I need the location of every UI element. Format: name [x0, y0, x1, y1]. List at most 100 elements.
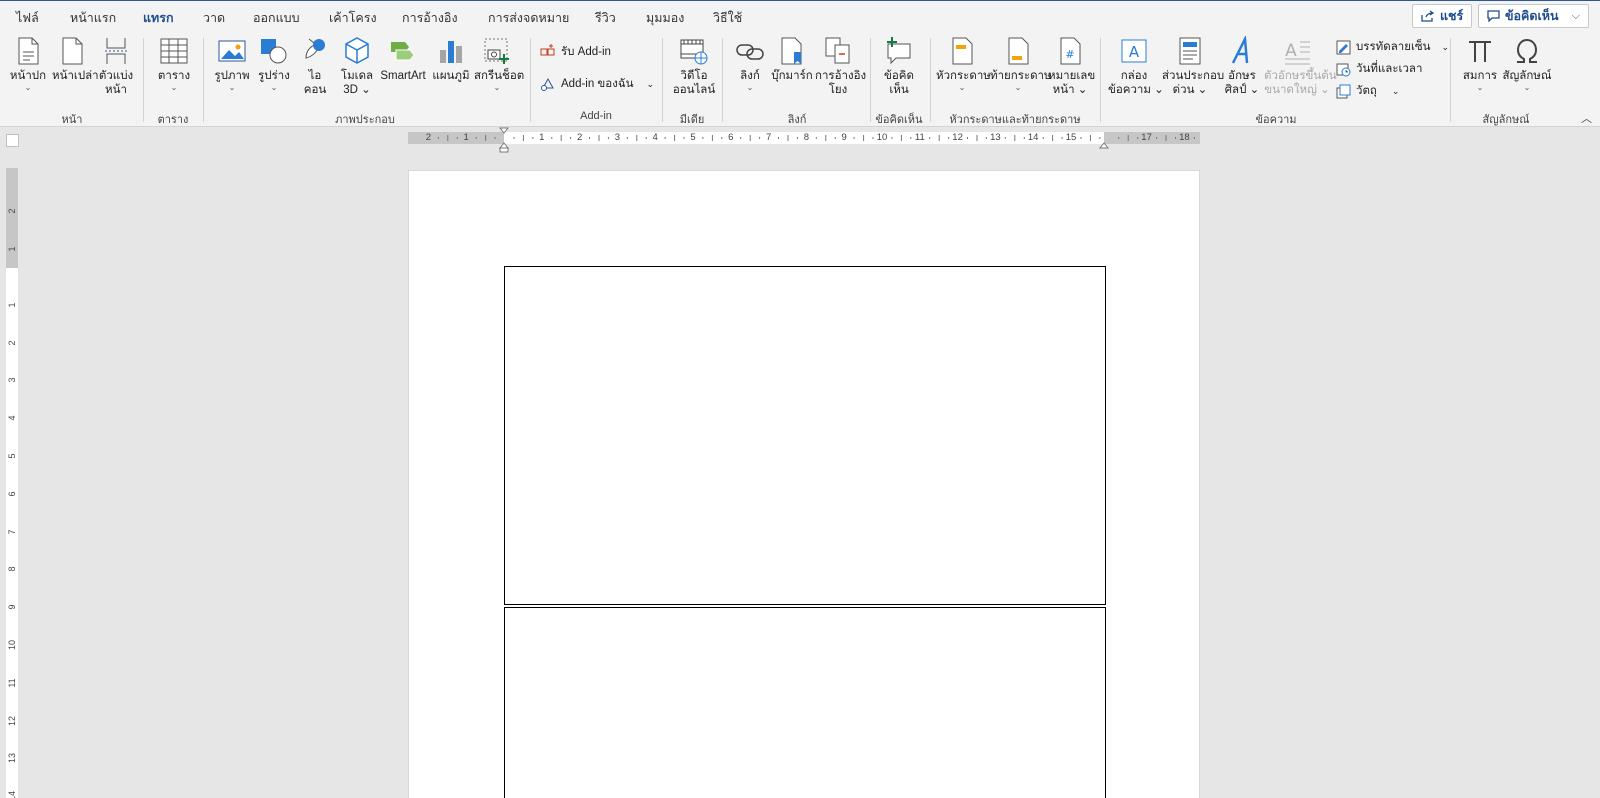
- ruler-tick: [532, 137, 534, 139]
- cover-page-label: หน้าปก: [9, 70, 47, 82]
- signature-line-button[interactable]: บรรทัดลายเซ็น ⌄: [1336, 38, 1449, 56]
- right-indent-marker[interactable]: [1098, 142, 1110, 149]
- chevron-down-icon: ⌄: [1014, 83, 1022, 92]
- shapes-button[interactable]: รูปร่าง ⌄: [254, 36, 294, 93]
- ruler-tick: [1014, 135, 1016, 141]
- footer-button[interactable]: ท้ายกระดาษ ⌄: [990, 36, 1052, 93]
- online-video-button[interactable]: วิดีโอ ออนไลน์: [670, 36, 718, 97]
- new-comment-button[interactable]: ข้อคิด เห็น: [878, 36, 920, 97]
- tab-view[interactable]: มุมมอง: [646, 8, 684, 28]
- ruler-tick: [778, 137, 779, 139]
- screenshot-label: สกรีนช็อต: [474, 70, 525, 82]
- word-window: ไฟล์ หน้าแรก แทรก วาด ออกแบบ เค้าโครง กา…: [0, 0, 1600, 798]
- equation-button[interactable]: สมการ ⌄: [1458, 36, 1502, 93]
- quick-parts-icon: [1179, 37, 1201, 65]
- tab-draw[interactable]: วาด: [203, 8, 225, 28]
- tab-layout[interactable]: เค้าโครง: [329, 8, 377, 28]
- icons-label-2: คอน: [303, 84, 327, 96]
- ruler-number: 11: [914, 132, 925, 143]
- date-time-button[interactable]: วันที่และเวลา: [1336, 60, 1422, 78]
- left-indent-marker[interactable]: [499, 147, 509, 153]
- ruler-number: 4: [7, 415, 17, 421]
- tab-review[interactable]: รีวิว: [595, 8, 616, 28]
- svg-text:A: A: [1129, 43, 1140, 61]
- drop-cap-button[interactable]: A ตัวอักษรขึ้นต้น ขนาดใหญ่ ⌄: [1264, 36, 1337, 97]
- table-button[interactable]: ตาราง ⌄: [152, 36, 196, 93]
- tab-file[interactable]: ไฟล์: [16, 8, 39, 28]
- ruler-number: 9: [7, 604, 17, 610]
- table-cell-bottom[interactable]: [504, 607, 1106, 798]
- smartart-icon: [391, 42, 415, 61]
- text-box-button[interactable]: A กล่อง ข้อความ ⌄: [1108, 36, 1164, 97]
- ruler-number: 9: [841, 132, 847, 143]
- ruler-tick: [749, 135, 751, 141]
- link-button[interactable]: ลิงก์ ⌄: [732, 36, 768, 93]
- get-addins-button[interactable]: รับ Add-in: [540, 43, 611, 61]
- symbol-button[interactable]: สัญลักษณ์ ⌄: [1502, 36, 1552, 93]
- horizontal-ruler[interactable]: 2 1 1 2 3 4 5 6 7 8 9 10 11 12 13 14 15 17 18: [408, 127, 1200, 153]
- vertical-ruler[interactable]: 2 1 1 2 3 4 5 6 7 8 9 10 11 12 13 14: [6, 168, 18, 798]
- ruler-number: 3: [7, 377, 17, 383]
- my-addins-label: Add-in ของฉัน: [561, 78, 634, 90]
- collapse-ribbon-icon[interactable]: ︿: [1581, 110, 1592, 126]
- ruler-number: 8: [7, 566, 17, 572]
- comments-button[interactable]: ข้อคิดเห็น ⌵: [1478, 4, 1589, 28]
- group-separator: [1450, 38, 1451, 122]
- text-box-icon: A: [1121, 39, 1147, 63]
- tab-selector[interactable]: [6, 134, 19, 147]
- chart-button[interactable]: แผนภูมิ: [431, 36, 471, 83]
- share-icon: [1421, 10, 1435, 22]
- tab-references[interactable]: การอ้างอิง: [402, 8, 458, 28]
- wordart-button[interactable]: อักษร ศิลป์ ⌄: [1222, 36, 1262, 97]
- share-button[interactable]: แชร์: [1412, 4, 1473, 28]
- header-button[interactable]: หัวกระดาษ ⌄: [936, 36, 991, 93]
- hanging-indent-marker[interactable]: [498, 142, 510, 149]
- ruler-number: 15: [1065, 132, 1077, 143]
- quick-parts-button[interactable]: ส่วนประกอบ ด่วน ⌄: [1162, 36, 1224, 97]
- cover-page-button[interactable]: หน้าปก ⌄: [8, 36, 48, 93]
- ruler-tick: [787, 135, 789, 141]
- ruler-tick: [513, 137, 515, 139]
- chevron-down-icon[interactable]: ⌄: [1442, 42, 1450, 53]
- tab-home[interactable]: หน้าแรก: [70, 8, 116, 28]
- ruler-tick: [853, 137, 855, 139]
- my-addins-button[interactable]: Add-in ของฉัน ⌄: [540, 75, 654, 93]
- ruler-tick: [1099, 137, 1101, 139]
- group-label-illustrations: ภาพประกอบ: [335, 114, 395, 126]
- tab-design[interactable]: ออกแบบ: [253, 8, 300, 28]
- icons-button[interactable]: ไอ คอน: [298, 36, 332, 97]
- ruler-tick: [891, 137, 893, 139]
- ruler-number: 1: [539, 132, 545, 143]
- ruler-tick: [674, 135, 676, 141]
- page-break-button[interactable]: ตัวแบ่ง หน้า: [96, 36, 136, 97]
- cross-reference-button[interactable]: การอ้างอิง โยง: [815, 36, 866, 97]
- chevron-down-icon[interactable]: ⌄: [1392, 86, 1400, 97]
- tab-insert[interactable]: แทรก: [142, 8, 175, 35]
- tab-help[interactable]: วิธีใช้: [713, 8, 742, 28]
- chevron-down-icon: ⌄: [958, 83, 966, 92]
- new-comment-label-1: ข้อคิด: [884, 70, 914, 82]
- pictures-button[interactable]: รูปภาพ ⌄: [211, 36, 253, 93]
- ruler-number: 4: [652, 132, 658, 143]
- tab-mailings[interactable]: การส่งจดหมาย: [488, 8, 569, 28]
- page-break-label-1: ตัวแบ่ง: [98, 70, 134, 82]
- group-label-links: ลิงก์: [787, 114, 807, 126]
- chevron-down-icon: ⌄: [1523, 83, 1531, 92]
- 3d-models-button[interactable]: โมเดล 3D ⌄: [338, 36, 376, 97]
- ruler-tick: [1052, 135, 1054, 141]
- ruler-number: 18: [1179, 132, 1190, 143]
- first-line-indent-marker[interactable]: [498, 127, 510, 134]
- ruler-number: 8: [803, 132, 810, 143]
- document-page[interactable]: [408, 170, 1200, 798]
- object-button[interactable]: วัตถุ ⌄: [1336, 82, 1399, 100]
- chevron-down-icon[interactable]: ⌄: [647, 79, 655, 90]
- ruler-number: 11: [7, 678, 17, 688]
- ruler-tick: [522, 135, 524, 141]
- screenshot-button[interactable]: สกรีนช็อต ⌄: [474, 36, 525, 93]
- bookmark-button[interactable]: บุ๊กมาร์ก: [771, 36, 813, 83]
- table-cell-top[interactable]: [504, 266, 1106, 605]
- blank-page-button[interactable]: หน้าเปล่า: [52, 36, 99, 83]
- smartart-button[interactable]: SmartArt: [378, 36, 428, 83]
- page-number-button[interactable]: # หมายเลข หน้า ⌄: [1048, 36, 1095, 97]
- chevron-down-icon[interactable]: ⌵: [1572, 10, 1580, 23]
